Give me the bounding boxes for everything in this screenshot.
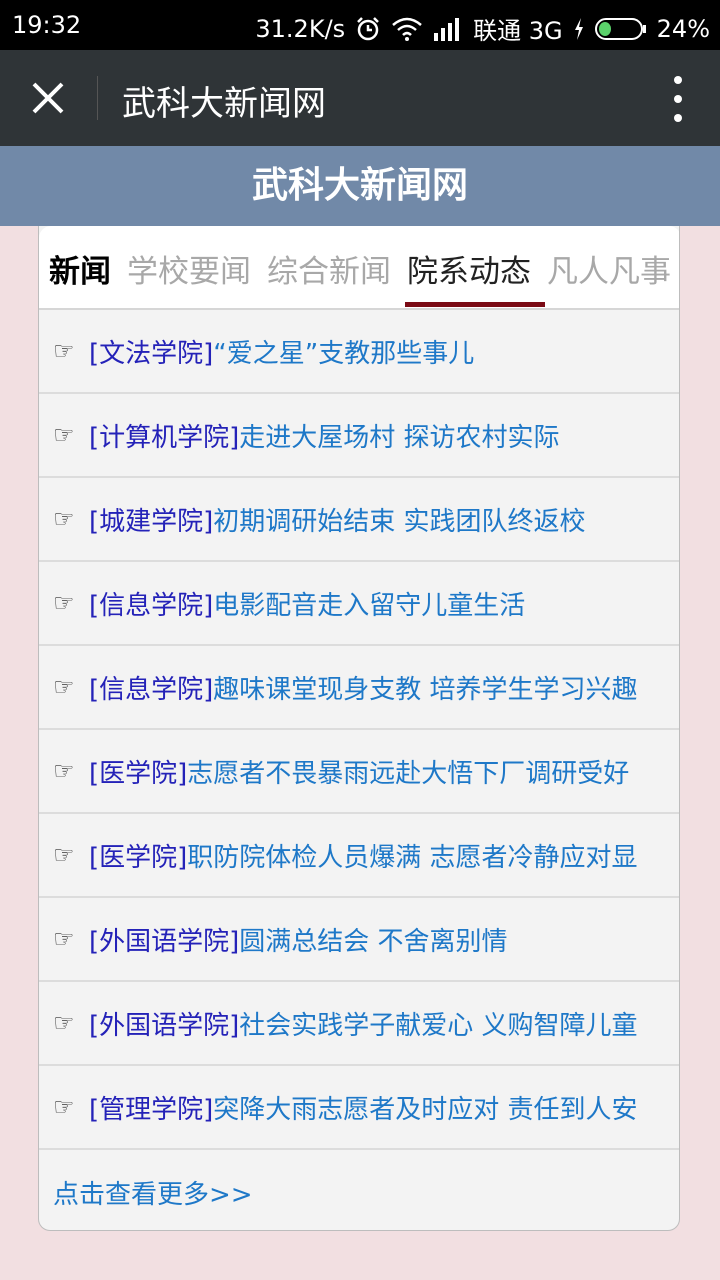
- news-headline[interactable]: 志愿者不畏暴雨远赴大悟下厂调研受好: [187, 753, 629, 790]
- news-category[interactable]: [城建学院]: [89, 501, 213, 538]
- titlebar-divider: [97, 76, 98, 120]
- pointing-hand-icon: ☞: [53, 673, 75, 701]
- news-headline[interactable]: 圆满总结会 不舍离别情: [239, 921, 507, 958]
- more-dot-icon: [674, 76, 682, 84]
- pointing-hand-icon: ☞: [53, 505, 75, 533]
- more-dot-icon: [674, 95, 682, 103]
- view-more-link[interactable]: 点击查看更多>>: [53, 1174, 253, 1211]
- charging-icon: [573, 17, 585, 41]
- news-headline[interactable]: 社会实践学子献爱心 义购智障儿童: [239, 1005, 637, 1042]
- news-category[interactable]: [信息学院]: [89, 669, 213, 706]
- active-tab-indicator: [405, 302, 545, 307]
- pointing-hand-icon: ☞: [53, 841, 75, 869]
- pointing-hand-icon: ☞: [53, 337, 75, 365]
- wifi-icon: [391, 17, 423, 41]
- pointing-hand-icon: ☞: [53, 1093, 75, 1121]
- news-item[interactable]: ☞ [外国语学院] 社会实践学子献爱心 义购智障儿童: [39, 982, 679, 1066]
- status-bar: 19:32 31.2K/s 联通 3G 24%: [0, 0, 720, 50]
- more-menu-button[interactable]: [666, 76, 690, 122]
- news-item[interactable]: ☞ [计算机学院] 走进大屋场村 探访农村实际: [39, 394, 679, 478]
- news-item[interactable]: ☞ [管理学院] 突降大雨志愿者及时应对 责任到人安: [39, 1066, 679, 1150]
- news-headline[interactable]: “爱之星”支教那些事儿: [213, 333, 474, 370]
- page-title: 武科大新闻网: [122, 84, 326, 124]
- news-category[interactable]: [文法学院]: [89, 333, 213, 370]
- tab-people-stories[interactable]: 凡人凡事: [547, 246, 671, 291]
- tab-general-news[interactable]: 综合新闻: [267, 246, 391, 291]
- tab-school-news[interactable]: 学校要闻: [127, 246, 251, 291]
- site-banner: 武科大新闻网: [0, 146, 720, 226]
- app-root: 19:32 31.2K/s 联通 3G 24% 武科大新闻网 武科大新闻网 新闻…: [0, 0, 720, 1280]
- tab-department-news[interactable]: 院系动态: [407, 246, 531, 291]
- more-dot-icon: [674, 114, 682, 122]
- news-item[interactable]: ☞ [医学院] 志愿者不畏暴雨远赴大悟下厂调研受好: [39, 730, 679, 814]
- pointing-hand-icon: ☞: [53, 421, 75, 449]
- carrier-label: 联通 3G: [473, 17, 563, 45]
- news-category[interactable]: [信息学院]: [89, 585, 213, 622]
- pointing-hand-icon: ☞: [53, 1009, 75, 1037]
- news-item[interactable]: ☞ [文法学院] “爱之星”支教那些事儿: [39, 310, 679, 394]
- news-headline[interactable]: 走进大屋场村 探访农村实际: [239, 417, 559, 454]
- news-item[interactable]: ☞ [城建学院] 初期调研始结束 实践团队终返校: [39, 478, 679, 562]
- news-item[interactable]: ☞ [信息学院] 电影配音走入留守儿童生活: [39, 562, 679, 646]
- news-headline[interactable]: 职防院体检人员爆满 志愿者冷静应对显: [187, 837, 637, 874]
- pointing-hand-icon: ☞: [53, 589, 75, 617]
- news-category[interactable]: [医学院]: [89, 837, 187, 874]
- battery-icon: [594, 17, 647, 41]
- net-speed: 31.2K/s: [255, 14, 346, 43]
- news-headline[interactable]: 趣味课堂现身支教 培养学生学习兴趣: [213, 669, 637, 706]
- signal-icon: [433, 17, 463, 41]
- news-category[interactable]: [外国语学院]: [89, 921, 239, 958]
- pointing-hand-icon: ☞: [53, 757, 75, 785]
- news-list: ☞ [文法学院] “爱之星”支教那些事儿 ☞ [计算机学院] 走进大屋场村 探访…: [39, 310, 679, 1150]
- status-right: 31.2K/s 联通 3G 24%: [255, 11, 710, 46]
- app-titlebar: 武科大新闻网: [0, 50, 720, 146]
- news-category[interactable]: [计算机学院]: [89, 417, 239, 454]
- news-item[interactable]: ☞ [信息学院] 趣味课堂现身支教 培养学生学习兴趣: [39, 646, 679, 730]
- pointing-hand-icon: ☞: [53, 925, 75, 953]
- news-headline[interactable]: 初期调研始结束 实践团队终返校: [213, 501, 585, 538]
- tab-news-heading: 新闻: [49, 254, 111, 290]
- status-time: 19:32: [12, 11, 82, 39]
- close-icon: [32, 82, 64, 114]
- news-item[interactable]: ☞ [外国语学院] 圆满总结会 不舍离别情: [39, 898, 679, 982]
- alarm-icon: [355, 16, 381, 42]
- news-headline[interactable]: 突降大雨志愿者及时应对 责任到人安: [213, 1089, 637, 1126]
- news-category[interactable]: [外国语学院]: [89, 1005, 239, 1042]
- news-item[interactable]: ☞ [医学院] 职防院体检人员爆满 志愿者冷静应对显: [39, 814, 679, 898]
- news-card: 新闻 学校要闻 综合新闻 院系动态 凡人凡事 ☞ [文法学院] “爱之星”支教那…: [38, 226, 680, 1231]
- news-headline[interactable]: 电影配音走入留守儿童生活: [213, 585, 525, 622]
- battery-percent: 24%: [656, 14, 710, 43]
- close-button[interactable]: [20, 74, 76, 122]
- news-category[interactable]: [医学院]: [89, 753, 187, 790]
- news-category[interactable]: [管理学院]: [89, 1089, 213, 1126]
- news-tabs: 新闻 学校要闻 综合新闻 院系动态 凡人凡事: [39, 226, 679, 310]
